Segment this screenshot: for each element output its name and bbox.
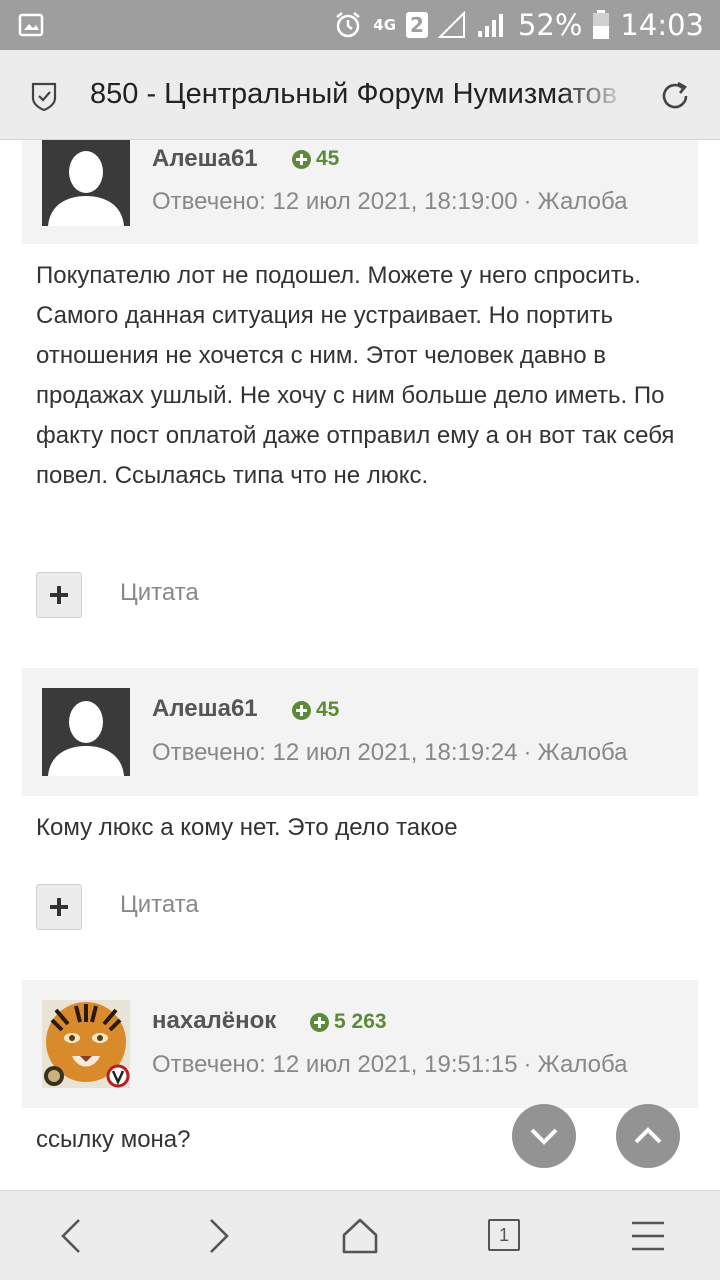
plus-circle-icon xyxy=(292,149,311,169)
avatar[interactable] xyxy=(42,1000,130,1088)
separator: · xyxy=(523,739,532,766)
forward-icon[interactable] xyxy=(192,1211,242,1261)
report-link[interactable]: Жалоба xyxy=(538,1051,628,1078)
network-type: 4G xyxy=(373,15,397,34)
post-body: Покупателю лот не подошел. Можете у него… xyxy=(36,262,675,489)
menu-icon[interactable] xyxy=(623,1211,673,1261)
battery-percent: 52% xyxy=(517,8,583,42)
post-body: ссылку мона? xyxy=(36,1126,191,1153)
forum-content[interactable]: Алеша61 45 Отвечено: 12 июл 2021, 18:19:… xyxy=(0,140,720,1190)
scroll-up-button[interactable] xyxy=(616,1104,680,1168)
status-bar: 4G 2 52% 14:03 xyxy=(0,0,720,50)
plus-circle-icon xyxy=(292,700,311,720)
multiquote-button[interactable] xyxy=(36,884,82,930)
answered-label: Отвечено: xyxy=(152,188,266,215)
avatar[interactable] xyxy=(42,688,130,776)
tabs-button[interactable]: 1 xyxy=(479,1211,529,1261)
shield-check-icon[interactable] xyxy=(30,81,58,111)
browser-bottom-nav: 1 xyxy=(0,1190,720,1280)
post-date[interactable]: 12 июл 2021, 18:19:00 xyxy=(272,188,517,215)
reputation-badge: 5 263 xyxy=(310,1010,387,1034)
tiger-avatar-icon xyxy=(42,1000,130,1088)
separator: · xyxy=(523,1051,532,1078)
answered-label: Отвечено: xyxy=(152,739,266,766)
sim-badge: 2 xyxy=(406,12,428,38)
browser-toolbar: 850 - Центральный Форум Нумизматов xyxy=(0,50,720,140)
post-author[interactable]: Алеша61 xyxy=(152,695,258,723)
reputation-value: 45 xyxy=(316,698,340,721)
post-header: нахалёнок 5 263 Отвечено: 12 июл 2021, 1… xyxy=(22,980,698,1108)
post-author[interactable]: нахалёнок xyxy=(152,1007,276,1035)
reload-icon[interactable] xyxy=(658,79,692,113)
back-icon[interactable] xyxy=(48,1211,98,1261)
quote-button[interactable]: Цитата xyxy=(120,579,199,607)
post-date[interactable]: 12 июл 2021, 19:51:15 xyxy=(272,1051,517,1078)
page-title[interactable]: 850 - Центральный Форум Нумизматов xyxy=(90,78,630,111)
signal-icon xyxy=(477,14,503,37)
battery-icon xyxy=(593,10,610,39)
report-link[interactable]: Жалоба xyxy=(538,739,628,766)
tab-count: 1 xyxy=(498,1225,509,1245)
signal-empty-icon xyxy=(437,11,465,38)
report-link[interactable]: Жалоба xyxy=(538,188,628,215)
home-icon[interactable] xyxy=(335,1211,385,1261)
reputation-value: 5 263 xyxy=(334,1010,387,1033)
plus-circle-icon xyxy=(310,1012,329,1032)
chevron-up-icon xyxy=(634,1127,662,1144)
post-meta: Отвечено: 12 июл 2021, 19:51:15 · Жалоба xyxy=(152,1051,628,1079)
reputation-badge: 45 xyxy=(292,698,339,722)
post-author[interactable]: Алеша61 xyxy=(152,145,258,173)
default-user-avatar-icon xyxy=(42,140,130,226)
post-header: Алеша61 45 Отвечено: 12 июл 2021, 18:19:… xyxy=(22,140,698,244)
answered-label: Отвечено: xyxy=(152,1051,266,1078)
post-body: Кому люкс а кому нет. Это дело такое xyxy=(36,814,458,841)
clock: 14:03 xyxy=(620,8,704,42)
post-header: Алеша61 45 Отвечено: 12 июл 2021, 18:19:… xyxy=(22,668,698,796)
post-date[interactable]: 12 июл 2021, 18:19:24 xyxy=(272,739,517,766)
alarm-icon xyxy=(336,12,361,38)
reputation-value: 45 xyxy=(316,147,340,170)
separator: · xyxy=(523,188,532,215)
chevron-down-icon xyxy=(530,1128,558,1145)
post-meta: Отвечено: 12 июл 2021, 18:19:00 · Жалоба xyxy=(152,188,628,216)
reputation-badge: 45 xyxy=(292,147,339,171)
default-user-avatar-icon xyxy=(42,688,130,776)
quote-button[interactable]: Цитата xyxy=(120,891,199,919)
scroll-down-button[interactable] xyxy=(512,1104,576,1168)
post-meta: Отвечено: 12 июл 2021, 18:19:24 · Жалоба xyxy=(152,739,628,767)
multiquote-button[interactable] xyxy=(36,572,82,618)
gallery-icon xyxy=(18,13,44,37)
avatar[interactable] xyxy=(42,140,130,226)
